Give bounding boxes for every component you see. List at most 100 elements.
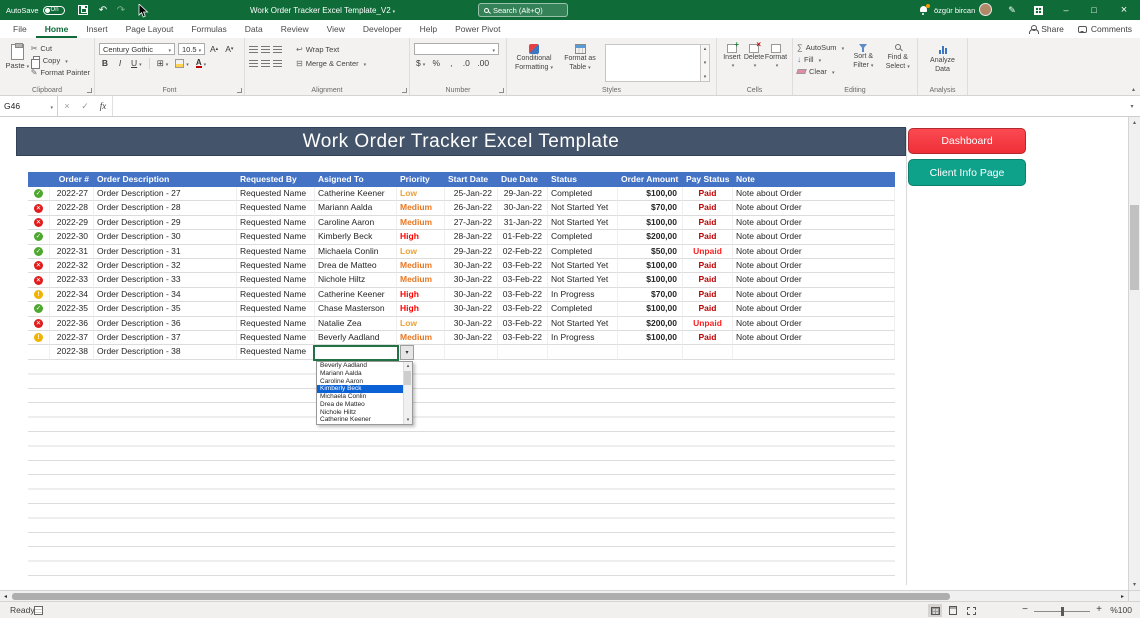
tab-data[interactable]: Data bbox=[236, 20, 272, 38]
cell-pay-status[interactable]: Paid bbox=[683, 230, 733, 244]
notifications-button[interactable] bbox=[916, 0, 930, 20]
cell-requested-by[interactable]: Requested Name bbox=[237, 259, 315, 273]
cell-priority[interactable]: Low bbox=[397, 187, 445, 201]
cell-start-date[interactable]: 29-Jan-22 bbox=[445, 245, 498, 259]
cell-pay-status[interactable]: Paid bbox=[683, 201, 733, 215]
increase-decimal-button[interactable]: .0 bbox=[460, 57, 472, 69]
cell-requested-by[interactable]: Requested Name bbox=[237, 230, 315, 244]
grow-font-button[interactable]: A▴ bbox=[208, 43, 220, 55]
gallery-expand-icon[interactable]: ▾ bbox=[704, 74, 707, 80]
comma-style-button[interactable]: , bbox=[445, 57, 457, 69]
avatar[interactable] bbox=[979, 3, 992, 16]
cell-assigned-to[interactable]: Drea de Matteo bbox=[315, 259, 397, 273]
cell-order-number[interactable]: 2022-33 bbox=[50, 273, 94, 287]
column-header-status-icon[interactable] bbox=[28, 172, 50, 187]
cell-assigned-to[interactable]: Mariann Aalda bbox=[315, 201, 397, 215]
account-name[interactable]: özgür bircan bbox=[934, 0, 975, 20]
tab-insert[interactable]: Insert bbox=[77, 20, 116, 38]
cell-requested-by[interactable]: Requested Name bbox=[237, 288, 315, 302]
cell-order-amount[interactable]: $100,00 bbox=[618, 273, 683, 287]
maximize-button[interactable]: □ bbox=[1082, 0, 1106, 20]
active-cell[interactable] bbox=[313, 345, 399, 361]
scroll-right-icon[interactable]: ▸ bbox=[1117, 591, 1128, 601]
cell-status-icon[interactable]: ! bbox=[28, 331, 50, 345]
tab-help[interactable]: Help bbox=[411, 20, 446, 38]
cell-status[interactable]: Completed bbox=[548, 302, 618, 316]
cell-note[interactable]: Note about Order bbox=[733, 302, 895, 316]
vertical-scrollbar[interactable]: ▴ ▾ bbox=[1128, 117, 1140, 590]
cell-order-description[interactable]: Order Description - 36 bbox=[94, 317, 237, 331]
cell-assigned-to[interactable]: Michaela Conlin bbox=[315, 245, 397, 259]
font-dialog-launcher[interactable] bbox=[237, 88, 242, 93]
cell-start-date[interactable]: 26-Jan-22 bbox=[445, 201, 498, 215]
comments-button[interactable]: Comments bbox=[1078, 24, 1132, 34]
cell-assigned-to[interactable]: Chase Masterson bbox=[315, 302, 397, 316]
cell-order-amount[interactable]: $200,00 bbox=[618, 317, 683, 331]
number-format-select[interactable] bbox=[414, 43, 499, 55]
format-cells-button[interactable]: Format bbox=[765, 41, 787, 84]
normal-view-button[interactable] bbox=[928, 604, 942, 617]
insert-cells-button[interactable]: Insert bbox=[721, 41, 743, 84]
font-size-select[interactable]: 10.5 bbox=[178, 43, 205, 55]
autosum-button[interactable]: ∑AutoSum bbox=[797, 41, 844, 53]
cell-order-amount[interactable]: $100,00 bbox=[618, 187, 683, 201]
cell-order-description[interactable]: Order Description - 33 bbox=[94, 273, 237, 287]
cell-note[interactable]: Note about Order bbox=[733, 201, 895, 215]
page-layout-view-button[interactable] bbox=[946, 604, 960, 617]
cell-start-date[interactable]: 28-Jan-22 bbox=[445, 230, 498, 244]
align-center-button[interactable] bbox=[261, 60, 270, 67]
tab-home[interactable]: Home bbox=[36, 20, 78, 38]
borders-button[interactable]: ⊞ bbox=[155, 57, 171, 69]
accounting-format-button[interactable]: $ bbox=[414, 57, 427, 69]
editing-mode-button[interactable]: ✎ bbox=[1004, 0, 1020, 20]
dropdown-item[interactable]: Nichole Hiltz bbox=[317, 409, 403, 417]
font-color-button[interactable]: A bbox=[194, 57, 208, 69]
cell-note[interactable]: Note about Order bbox=[733, 317, 895, 331]
cell-priority[interactable]: High bbox=[397, 302, 445, 316]
scroll-up-icon[interactable]: ▴ bbox=[1129, 117, 1140, 128]
cell-styles-gallery[interactable]: ▴ ▾ ▾ bbox=[605, 44, 710, 82]
align-left-button[interactable] bbox=[249, 60, 258, 67]
italic-button[interactable]: I bbox=[114, 57, 126, 69]
column-header-order-amount[interactable]: Order Amount bbox=[618, 172, 683, 187]
cell-note[interactable] bbox=[733, 345, 895, 359]
scroll-down-icon[interactable]: ▾ bbox=[1129, 579, 1140, 590]
record-macro-icon[interactable] bbox=[34, 606, 43, 615]
cell-due-date[interactable]: 30-Jan-22 bbox=[498, 201, 548, 215]
cell-due-date[interactable]: 03-Feb-22 bbox=[498, 259, 548, 273]
search-box[interactable]: Search (Alt+Q) bbox=[478, 3, 568, 17]
cell-due-date[interactable]: 03-Feb-22 bbox=[498, 331, 548, 345]
cell-order-description[interactable]: Order Description - 31 bbox=[94, 245, 237, 259]
alignment-dialog-launcher[interactable] bbox=[402, 88, 407, 93]
cell-order-number[interactable]: 2022-29 bbox=[50, 216, 94, 230]
delete-cells-button[interactable]: Delete bbox=[743, 41, 765, 84]
cell-due-date[interactable]: 03-Feb-22 bbox=[498, 273, 548, 287]
cell-start-date[interactable]: 30-Jan-22 bbox=[445, 273, 498, 287]
cell-pay-status[interactable]: Paid bbox=[683, 331, 733, 345]
cell-requested-by[interactable]: Requested Name bbox=[237, 302, 315, 316]
dropdown-item[interactable]: Kimberly Beck bbox=[317, 385, 403, 393]
cell-note[interactable]: Note about Order bbox=[733, 259, 895, 273]
analyze-data-button[interactable]: Analyze Data bbox=[923, 41, 963, 84]
dashboard-button[interactable]: Dashboard bbox=[908, 128, 1026, 154]
dropdown-scroll-thumb[interactable] bbox=[404, 371, 411, 385]
dropdown-scroll-up-icon[interactable]: ▴ bbox=[407, 363, 410, 369]
name-box-arrow-icon[interactable] bbox=[48, 101, 53, 111]
close-button[interactable]: × bbox=[1112, 0, 1136, 20]
cell-order-amount[interactable]: $100,00 bbox=[618, 216, 683, 230]
name-box[interactable]: G46 bbox=[0, 96, 58, 116]
tab-review[interactable]: Review bbox=[272, 20, 318, 38]
cell-pay-status[interactable]: Paid bbox=[683, 273, 733, 287]
cell-order-description[interactable]: Order Description - 34 bbox=[94, 288, 237, 302]
cell-status[interactable]: Not Started Yet bbox=[548, 273, 618, 287]
cell-status[interactable]: Not Started Yet bbox=[548, 259, 618, 273]
column-header-order-description[interactable]: Order Description bbox=[94, 172, 237, 187]
autosave-control[interactable]: AutoSave On bbox=[6, 0, 65, 20]
merge-center-button[interactable]: ⊟Merge & Center bbox=[296, 57, 366, 69]
cell-status[interactable]: Completed bbox=[548, 245, 618, 259]
cell-status-icon[interactable]: ✓ bbox=[28, 230, 50, 244]
cell-start-date[interactable] bbox=[445, 345, 498, 359]
cell-assigned-to[interactable]: Natalie Zea bbox=[315, 317, 397, 331]
cell-assigned-to[interactable]: Nichole Hiltz bbox=[315, 273, 397, 287]
cell-assigned-to[interactable]: Caroline Aaron bbox=[315, 216, 397, 230]
